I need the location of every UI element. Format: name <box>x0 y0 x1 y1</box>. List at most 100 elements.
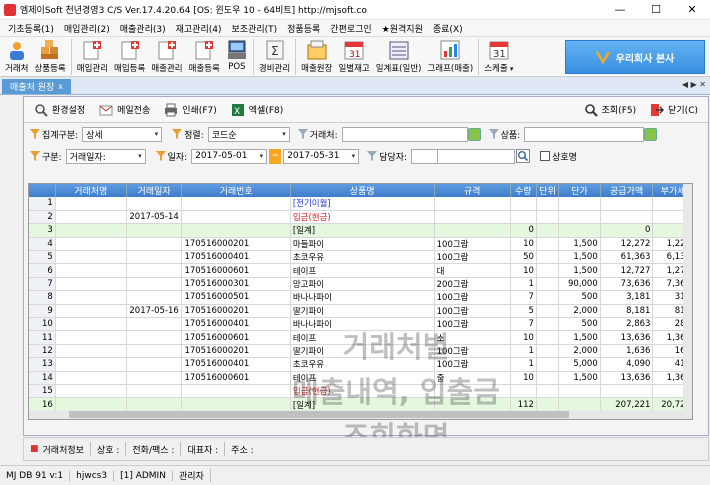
col-header-supply[interactable]: 공급가액 <box>600 184 654 197</box>
toolbar-graph-button[interactable]: 그래프(매출) <box>424 39 476 74</box>
close-panel-button[interactable]: 닫기(C) <box>646 101 702 119</box>
menu-aux[interactable]: 보조관리(T) <box>227 22 283 35</box>
cell-qty: 7 <box>510 290 537 305</box>
sort-select[interactable]: 코드순 <box>207 126 290 142</box>
toolbar-separator <box>252 39 254 75</box>
menu-stock[interactable]: 재고관리(4) <box>171 22 227 35</box>
cell-client <box>55 344 127 359</box>
product-search-input[interactable] <box>524 126 645 142</box>
tab-scroll-arrows-icon[interactable]: ◀ ▶ ✕ <box>682 80 706 89</box>
toolbar-schedule-button[interactable]: 31 스케줄 <box>481 39 516 74</box>
table-row[interactable]: 7 170516000301 망고파이 200그람 1 90,000 73,636 7,364 <box>29 277 692 292</box>
client-search-input[interactable] <box>341 126 468 142</box>
trade-name-checkbox[interactable] <box>540 151 551 161</box>
cell-date <box>126 330 183 345</box>
cell-n: 11 <box>29 330 56 345</box>
cell-client <box>55 384 127 399</box>
cell-supply: 13,636 <box>600 371 654 385</box>
cell-item: 바나나파이 <box>290 317 435 332</box>
cell-spec: 중 <box>434 371 511 385</box>
menu-license[interactable]: 정품등록 <box>282 22 325 35</box>
table-row[interactable]: 15 입금(현금) <box>29 384 692 399</box>
col-header-rownum[interactable] <box>29 184 56 197</box>
table-row[interactable]: 3[일계]000 <box>29 223 692 238</box>
cell-item: [전기이월] <box>290 197 435 211</box>
aggregation-select[interactable]: 상세 <box>82 126 163 142</box>
table-row[interactable]: 11 170516000601 테이프 소 10 1,500 13,636 1,364 <box>29 330 692 345</box>
cell-date <box>126 197 183 211</box>
menu-exit[interactable]: 종료(X) <box>428 22 468 35</box>
cell-date <box>126 263 183 278</box>
col-header-spec[interactable]: 규격 <box>434 184 511 197</box>
menu-sales[interactable]: 매출관리(3) <box>115 22 171 35</box>
table-row[interactable]: 4 170516000201 마들파이 100그람 10 1,500 12,272 1,228 <box>29 237 692 252</box>
cell-qty: 0 <box>510 223 537 238</box>
date-from-input[interactable]: 2017-05-01 <box>191 148 268 164</box>
toolbar-sales-ledger-button[interactable]: 매출원장 <box>298 39 335 74</box>
table-row[interactable]: 1 [전기이월] <box>29 197 692 211</box>
minimize-button[interactable]: — <box>602 0 638 20</box>
tab-close-icon[interactable]: x <box>58 82 63 91</box>
cell-spec: 100그람 <box>434 304 511 319</box>
cell-supply <box>600 384 654 399</box>
col-header-qty[interactable]: 수량 <box>510 184 537 197</box>
horizontal-scroll-thumb[interactable] <box>69 411 569 418</box>
excel-button[interactable]: X 엑셀(F8) <box>227 101 288 119</box>
product-lookup-icon[interactable] <box>644 127 658 141</box>
table-row[interactable]: 13170516000401초코우유100그람15,0004,090410 <box>29 357 692 372</box>
menu-purchase[interactable]: 매입관리(2) <box>59 22 115 35</box>
client-info-tab[interactable]: ■ 거래처정보 <box>24 442 91 456</box>
menu-quick-login[interactable]: 간편로그인 <box>325 22 376 35</box>
search-button[interactable]: 조회(F5) <box>580 101 641 119</box>
toolbar-pos-button[interactable]: POS <box>223 39 251 72</box>
client-lookup-icon[interactable] <box>467 127 481 141</box>
table-row[interactable]: 2 2017-05-14 입금(현금) <box>29 210 692 225</box>
filter-row-1: 집계구분: 상세 정렬: 코드순 거래처: 상품: <box>24 123 708 145</box>
toolbar-daily-report-button[interactable]: 일계표(일반) <box>373 39 425 74</box>
toolbar-expense-button[interactable]: Σ 경비관리 <box>256 39 293 74</box>
col-header-item[interactable]: 상품명 <box>290 184 435 197</box>
table-row[interactable]: 14 170516000601 테이프 중 10 1,500 13,636 1,364 <box>29 371 692 385</box>
toolbar-daily-stock-button[interactable]: 31 일별재고 <box>335 39 372 74</box>
vertical-scrollbar[interactable] <box>683 184 692 419</box>
table-row[interactable]: 12170516000201딸기파이100그람12,0001,636164 <box>29 344 692 359</box>
menu-remote-support[interactable]: ★원격지원 <box>377 22 428 35</box>
toolbar-purchase-register-button[interactable]: 매입등록 <box>111 39 148 74</box>
col-header-client[interactable]: 거래처명 <box>55 184 127 197</box>
date-to-input[interactable]: 2017-05-31 <box>283 148 360 164</box>
env-settings-button[interactable]: 환경설정 <box>30 101 89 119</box>
toolbar-purchase-manage-button[interactable]: 매입관리 <box>74 39 111 74</box>
tab-sales-ledger[interactable]: 매출처 원장 x <box>2 79 71 94</box>
table-row[interactable]: 9 2017-05-16 170516000201 딸기파이 100그람 5 2,000 8,… <box>29 304 692 319</box>
manager-code-input[interactable] <box>411 148 438 164</box>
send-mail-button[interactable]: 메일전송 <box>95 101 154 119</box>
date-type-select[interactable]: 거래일자: <box>65 148 146 164</box>
col-header-date[interactable]: 거래일자 <box>126 184 183 197</box>
toolbar-sales-register-button[interactable]: 매출등록 <box>186 39 223 74</box>
cell-spec: 대 <box>434 263 511 278</box>
manager-search-icon[interactable] <box>516 149 531 163</box>
col-header-price[interactable]: 단가 <box>558 184 601 197</box>
table-row[interactable]: 10170516000401바나나파이100그람75002,863287 <box>29 317 692 332</box>
cell-price: 1,500 <box>558 330 601 345</box>
print-button[interactable]: 인쇄(F7) <box>160 101 221 119</box>
table-row[interactable]: 5 170516000401 초코우유 100그람 50 1,500 61,363 6,137 <box>29 250 692 265</box>
menu-basic[interactable]: 기초등록(1) <box>3 22 59 35</box>
horizontal-scrollbar[interactable] <box>29 410 685 419</box>
col-header-unit[interactable]: 단위 <box>536 184 560 197</box>
col-header-trade-no[interactable]: 거래번호 <box>181 184 291 197</box>
toolbar-sales-manage-button[interactable]: 매출관리 <box>148 39 185 74</box>
manager-name-input[interactable] <box>437 148 516 164</box>
company-logo-icon <box>595 50 610 65</box>
toolbar-client-button[interactable]: 거래처 <box>2 39 31 74</box>
close-window-button[interactable]: ✕ <box>674 0 710 20</box>
company-banner[interactable]: 우리회사 본사 <box>565 40 705 74</box>
cell-n: 13 <box>29 357 56 372</box>
funnel-icon <box>488 129 499 139</box>
toolbar-product-button[interactable]: 상품등록 <box>31 39 68 74</box>
table-row[interactable]: 8170516000501바나나파이100그람75003,181319 <box>29 290 692 305</box>
maximize-button[interactable]: ☐ <box>638 0 674 20</box>
cell-spec <box>434 384 511 399</box>
table-row[interactable]: 6 170516000601 테이프 대 10 1,500 12,727 1,273 <box>29 263 692 278</box>
expense-icon: Σ <box>264 39 286 61</box>
